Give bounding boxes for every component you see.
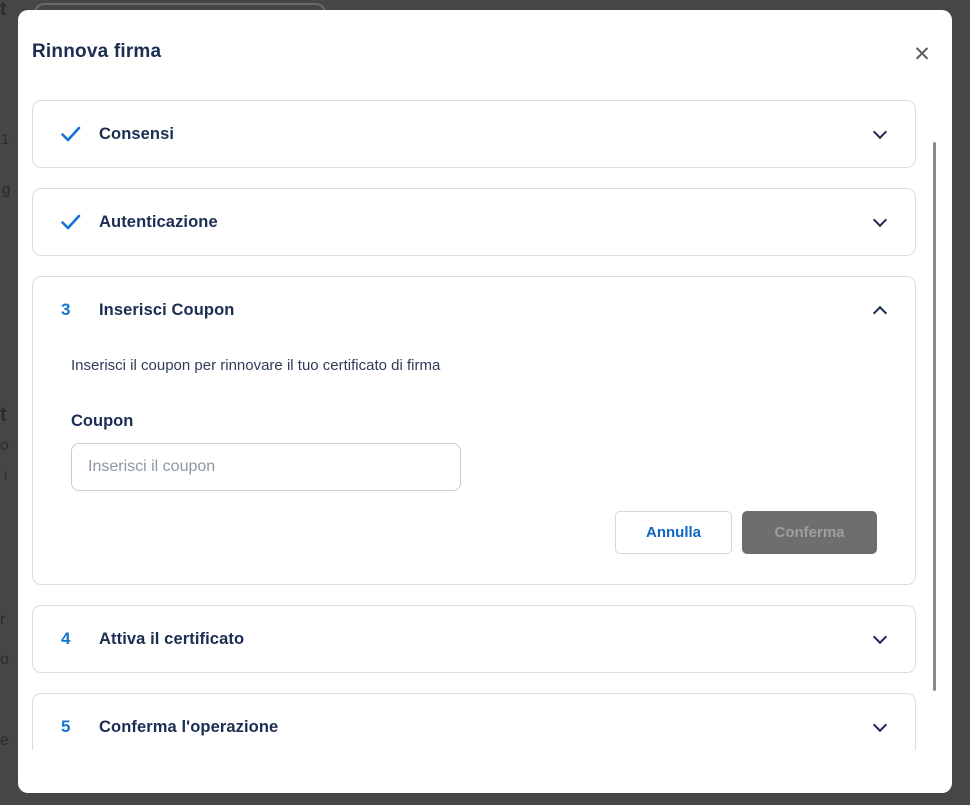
step-title: Autenticazione <box>99 213 218 232</box>
chevron-down-icon <box>873 720 887 734</box>
steps-scroll-area: Consensi Autenticazione 3 Inserisci Coup… <box>32 90 916 750</box>
step-number: 4 <box>61 629 83 649</box>
background-text-fragment: g <box>2 182 10 197</box>
confirm-button[interactable]: Conferma <box>742 511 877 554</box>
step-actions: Annulla Conferma <box>71 511 877 554</box>
modal-title: Rinnova firma <box>32 41 161 63</box>
step-card-consensi: Consensi <box>32 100 916 168</box>
step-card-inserisci-coupon: 3 Inserisci Coupon Inserisci il coupon p… <box>32 276 916 585</box>
step-description: Inserisci il coupon per rinnovare il tuo… <box>71 355 877 377</box>
step-header-conferma-operazione[interactable]: 5 Conferma l'operazione <box>33 694 915 750</box>
coupon-input[interactable] <box>71 443 461 491</box>
chevron-down-icon <box>873 632 887 646</box>
chevron-down-icon <box>873 127 887 141</box>
step-title: Consensi <box>99 125 174 144</box>
step-header-inserisci-coupon[interactable]: 3 Inserisci Coupon <box>33 277 915 343</box>
step-card-attiva-certificato: 4 Attiva il certificato <box>32 605 916 673</box>
close-icon[interactable]: ✕ <box>908 40 936 68</box>
background-text-fragment: o <box>0 438 9 454</box>
step-card-conferma-operazione: 5 Conferma l'operazione <box>32 693 916 750</box>
step-number: 3 <box>61 300 83 320</box>
step-title: Inserisci Coupon <box>99 301 234 320</box>
background-text-fragment: i <box>4 468 7 482</box>
check-icon <box>61 126 83 142</box>
step-header-autenticazione[interactable]: Autenticazione <box>33 189 915 255</box>
background-text-fragment: e <box>0 733 9 749</box>
background-text-fragment: o <box>0 652 9 668</box>
chevron-down-icon <box>873 215 887 229</box>
step-header-consensi[interactable]: Consensi <box>33 101 915 167</box>
step-number: 5 <box>61 717 83 737</box>
step-body: Inserisci il coupon per rinnovare il tuo… <box>33 343 915 584</box>
step-card-autenticazione: Autenticazione <box>32 188 916 256</box>
background-text-fragment: r <box>0 612 5 628</box>
coupon-field-label: Coupon <box>71 409 877 433</box>
cancel-button[interactable]: Annulla <box>615 511 732 554</box>
renew-signature-modal: Rinnova firma ✕ Consensi <box>18 10 952 793</box>
chevron-up-icon <box>873 303 887 317</box>
step-header-attiva-certificato[interactable]: 4 Attiva il certificato <box>33 606 915 672</box>
background-text-fragment: t <box>0 405 7 425</box>
check-icon <box>61 214 83 230</box>
scrollbar-thumb[interactable] <box>933 142 936 691</box>
background-text-fragment: 1 <box>1 132 9 147</box>
step-title: Attiva il certificato <box>99 630 244 649</box>
background-text-fragment: t <box>0 0 6 19</box>
step-title: Conferma l'operazione <box>99 718 278 737</box>
